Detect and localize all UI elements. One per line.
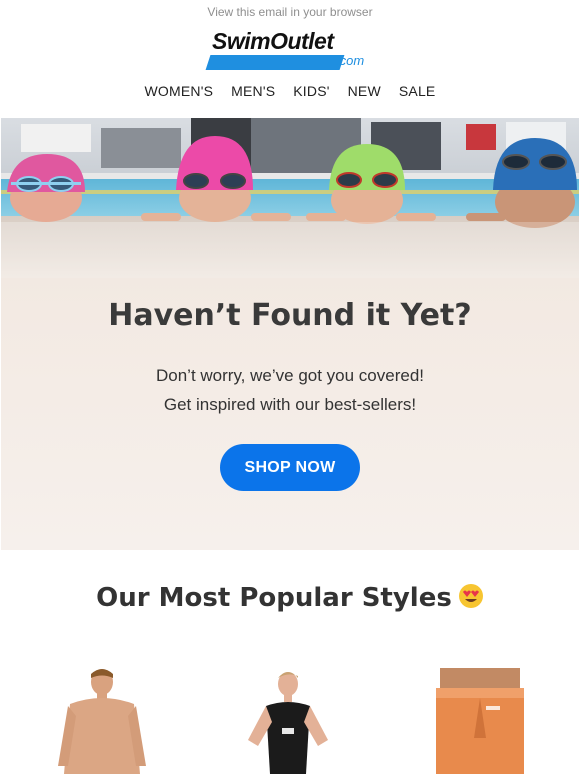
product-mens-swim-brief[interactable] (40, 668, 170, 774)
logo-wordmark: SwimOutlet (212, 28, 334, 54)
product-image-mens (58, 669, 146, 774)
product-image-jammer (436, 668, 524, 774)
popular-styles-title: Our Most Popular Styles (0, 583, 580, 613)
swimoutlet-logo[interactable]: SwimOutlet .com (205, 28, 378, 72)
email-page: View this email in your browser SwimOutl… (0, 0, 580, 774)
popular-styles-text: Our Most Popular Styles (96, 583, 452, 613)
swimmers-pool-photo (1, 118, 579, 278)
hero-title: Haven’t Found it Yet? (108, 298, 472, 333)
product-image-womens (248, 672, 328, 774)
shop-now-button[interactable]: SHOP NOW (220, 444, 360, 491)
product-womens-swimsuit[interactable] (224, 668, 354, 774)
nav-womens[interactable]: WOMEN'S (145, 83, 214, 99)
nav-new[interactable]: NEW (348, 83, 381, 99)
view-in-browser-link[interactable]: View this email in your browser (0, 5, 580, 19)
logo-suffix: .com (336, 53, 365, 68)
nav-mens[interactable]: MEN'S (231, 83, 275, 99)
heart-eyes-emoji-icon (458, 584, 483, 608)
nav-kids[interactable]: KIDS' (293, 83, 329, 99)
product-jammer[interactable] (430, 668, 530, 774)
logo-bar (205, 55, 345, 70)
nav-sale[interactable]: SALE (399, 83, 436, 99)
main-nav: WOMEN'S MEN'S KIDS' NEW SALE (0, 83, 580, 99)
hero-subtitle-line-2: Get inspired with our best-sellers! (163, 395, 417, 414)
hero-subtitle-line-1: Don’t worry, we’ve got you covered! (155, 366, 425, 385)
hero-banner: Haven’t Found it Yet? Don’t worry, we’ve… (1, 118, 579, 550)
